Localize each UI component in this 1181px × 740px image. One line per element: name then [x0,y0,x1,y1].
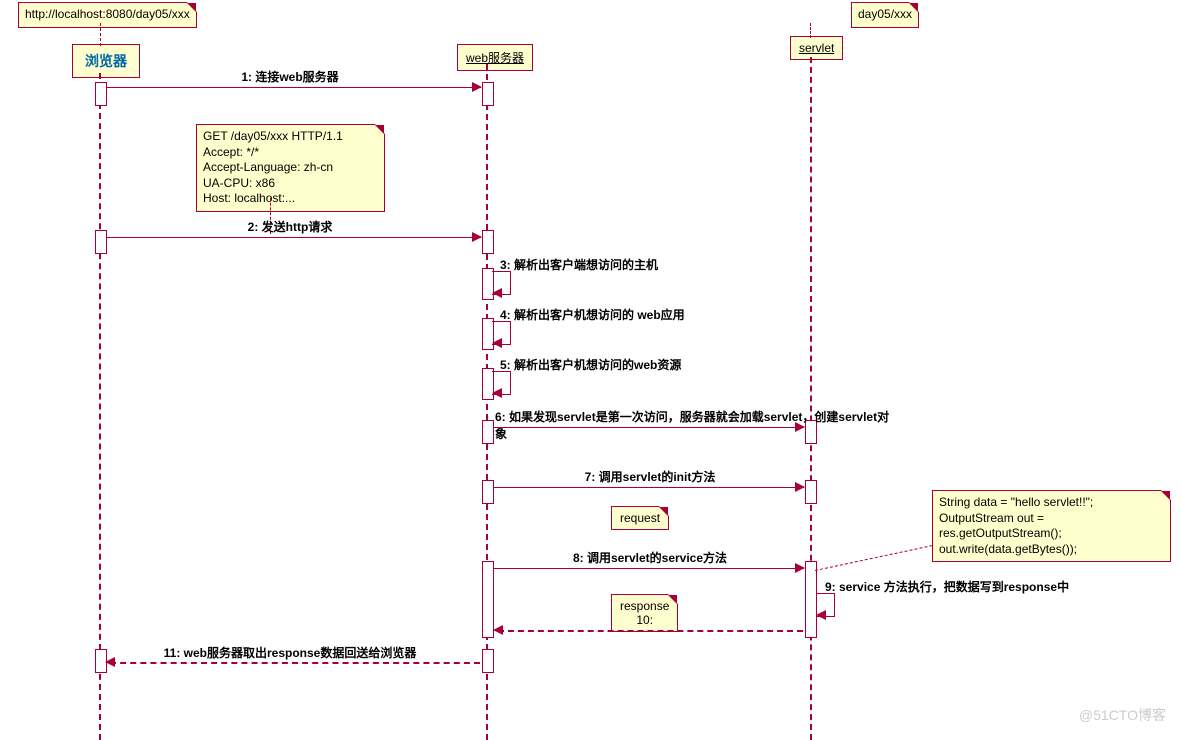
url-text: http://localhost:8080/day05/xxx [25,7,190,21]
servlet-label: servlet [799,41,834,55]
msg6-label: 6: 如果发现servlet是第一次访问，服务器就会加载servlet，创建se… [495,408,895,442]
code-text: String data = "hello servlet!!"; OutputS… [939,495,1093,556]
msg9-label: 9: service 方法执行，把数据写到response中 [825,578,1105,595]
webserver-lifeline [486,64,488,740]
msg2-label: 2: 发送http请求 [140,218,440,235]
msg10-head [493,625,503,635]
msg6-arrow [493,427,804,428]
servlet-path-text: day05/xxx [858,7,912,21]
code-note: String data = "hello servlet!!"; OutputS… [932,490,1171,562]
browser-actor: 浏览器 [72,44,140,78]
url-note: http://localhost:8080/day05/xxx [18,2,197,28]
msg10-text: 10: [636,613,653,627]
browser-lifeline [99,73,101,740]
servlet-actor: servlet [790,36,843,60]
act-ws-2 [482,230,494,254]
msg3-head [492,288,502,298]
act-ws-7 [482,480,494,504]
servlet-connector [810,23,871,38]
msg7-head [795,482,805,492]
http-note: GET /day05/xxx HTTP/1.1 Accept: */* Acce… [196,124,385,212]
msg11-arrow [110,662,480,664]
act-browser-1 [95,82,107,106]
msg8-arrow [493,568,804,569]
watermark: @51CTO博客 [1079,705,1166,725]
act-ws-1 [482,82,494,106]
msg4-label: 4: 解析出客户机想访问的 web应用 [500,306,685,323]
code-connector [815,545,933,571]
act-ws-11 [482,649,494,673]
msg1-label: 1: 连接web服务器 [140,68,440,85]
response-note: response10: [611,594,678,632]
msg2-head [472,232,482,242]
msg10-arrow [498,630,803,632]
msg6-head [795,422,805,432]
msg5-head [492,388,502,398]
msg2-arrow [106,237,481,238]
response-text: response [620,599,669,613]
url-connector [100,23,101,46]
request-text: request [620,511,660,525]
msg4-head [492,338,502,348]
request-note: request [611,506,669,530]
msg1-head [472,82,482,92]
msg1-arrow [106,87,481,88]
msg7-label: 7: 调用servlet的init方法 [515,468,785,485]
msg9-head [816,610,826,620]
act-browser-2 [95,230,107,254]
webserver-actor: web服务器 [457,44,533,71]
msg11-label: 11: web服务器取出response数据回送给浏览器 [120,644,460,661]
act-sv-7 [805,480,817,504]
act-ws-6 [482,420,494,444]
msg8-head [795,563,805,573]
msg7-arrow [493,487,804,488]
msg11-head [105,657,115,667]
webserver-label: web服务器 [466,51,524,65]
msg3-label: 3: 解析出客户端想访问的主机 [500,256,658,273]
msg8-label: 8: 调用servlet的service方法 [515,549,785,566]
http-note-text: GET /day05/xxx HTTP/1.1 Accept: */* Acce… [203,129,343,205]
msg5-label: 5: 解析出客户机想访问的web资源 [500,356,681,373]
browser-label: 浏览器 [85,53,127,69]
